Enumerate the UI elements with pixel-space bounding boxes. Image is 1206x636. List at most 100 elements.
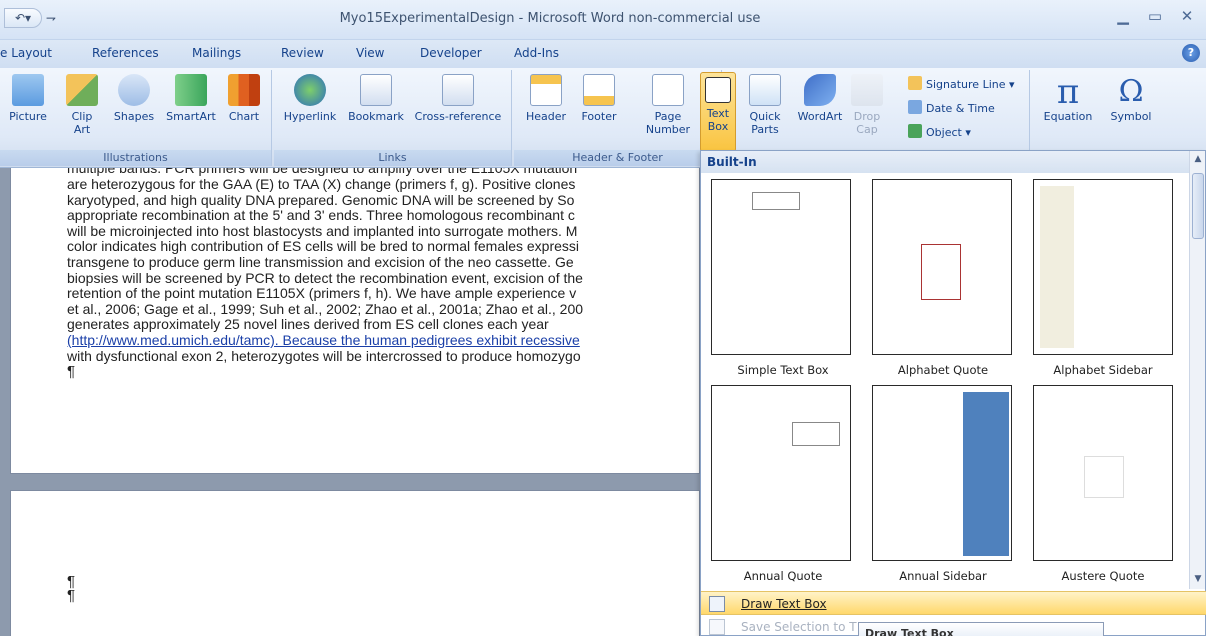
tab-view[interactable]: View: [356, 46, 384, 60]
picture-icon: [12, 74, 44, 106]
doc-line: appropriate recombination at the 5' and …: [67, 208, 575, 224]
scroll-up-icon[interactable]: ▲: [1190, 151, 1206, 167]
bookmark-icon: [360, 74, 392, 106]
doc-line: biopsies will be screened by PCR to dete…: [67, 270, 583, 286]
group-illustrations: Picture Clip Art Shapes SmartArt Chart I…: [0, 70, 272, 166]
tooltip: Draw Text Box: [858, 622, 1104, 636]
document-page-2[interactable]: ¶ ¶: [10, 490, 700, 636]
tab-add-ins[interactable]: Add-Ins: [514, 46, 559, 60]
doc-line: are heterozygous for the GAA (E) to TAA …: [67, 177, 576, 192]
quick-access-toolbar: ↶▾ ⇁: [0, 8, 60, 30]
document-page[interactable]: multiple bands. PCR primers will be desi…: [10, 168, 700, 474]
drop-cap-button[interactable]: Drop Cap: [850, 74, 884, 136]
text-box-button[interactable]: Text Box: [700, 72, 736, 152]
gallery-label: Annual Quote: [743, 569, 823, 583]
gallery-label: Alphabet Quote: [897, 363, 989, 377]
drop-cap-icon: [851, 74, 883, 106]
clip-art-button[interactable]: Clip Art: [64, 74, 100, 136]
tab-mailings[interactable]: Mailings: [192, 46, 241, 60]
date-time-button[interactable]: Date & Time: [908, 100, 995, 118]
gallery-scrollbar[interactable]: ▲ ▼: [1189, 151, 1205, 589]
window-controls: ▁ ▭ ✕: [1112, 6, 1198, 28]
group-label-illustrations: Illustrations: [0, 150, 271, 166]
title-bar: ↶▾ ⇁ Myo15ExperimentalDesign - Microsoft…: [0, 0, 1206, 40]
text-box-gallery: Built-In Simple Text Box Alphabet Quote …: [700, 150, 1206, 636]
wordart-icon: [804, 74, 836, 106]
draw-text-box-icon: [709, 596, 725, 612]
thumb-preview: [752, 192, 800, 210]
calendar-icon: [908, 100, 922, 114]
equation-button[interactable]: π Equation: [1038, 74, 1098, 123]
ribbon-tabs: e Layout References Mailings Review View…: [0, 40, 1206, 68]
scroll-down-icon[interactable]: ▼: [1190, 571, 1206, 587]
thumb-preview: [1084, 456, 1124, 498]
maximize-button[interactable]: ▭: [1144, 6, 1166, 26]
quick-parts-button[interactable]: Quick Parts: [744, 74, 786, 136]
gallery-item-alphabet-sidebar[interactable]: [1033, 179, 1173, 355]
close-button[interactable]: ✕: [1176, 6, 1198, 26]
gallery-item-simple-text-box[interactable]: [711, 179, 851, 355]
minimize-button[interactable]: ▁: [1112, 6, 1134, 26]
scroll-thumb[interactable]: [1192, 173, 1204, 239]
cross-reference-icon: [442, 74, 474, 106]
quick-parts-icon: [749, 74, 781, 106]
paragraph-mark: ¶: [67, 363, 76, 380]
object-icon: [908, 124, 922, 138]
tab-developer[interactable]: Developer: [420, 46, 482, 60]
omega-icon: Ω: [1118, 74, 1144, 109]
chart-button[interactable]: Chart: [224, 74, 264, 123]
shapes-icon: [118, 74, 150, 106]
document-body[interactable]: multiple bands. PCR primers will be desi…: [67, 168, 707, 380]
bookmark-button[interactable]: Bookmark: [346, 74, 406, 123]
help-icon[interactable]: ?: [1182, 44, 1200, 62]
clip-art-icon: [66, 74, 98, 106]
save-selection-icon: [709, 619, 725, 635]
doc-line: color indicates high contribution of ES …: [67, 239, 580, 255]
globe-icon: [294, 74, 326, 106]
doc-line: with dysfunctional exon 2, heterozygotes…: [67, 348, 581, 364]
gallery-item-alphabet-quote[interactable]: [872, 179, 1012, 355]
wordart-button[interactable]: WordArt: [794, 74, 846, 123]
symbol-button[interactable]: Ω Symbol: [1106, 74, 1156, 123]
smartart-button[interactable]: SmartArt: [162, 74, 220, 123]
page-number-icon: [652, 74, 684, 106]
thumb-preview: [792, 422, 840, 446]
footer-button[interactable]: Footer: [576, 74, 622, 123]
window-title: Myo15ExperimentalDesign - Microsoft Word…: [339, 11, 761, 26]
tab-page-layout[interactable]: e Layout: [0, 46, 52, 60]
page-number-button[interactable]: Page Number: [634, 74, 702, 136]
customize-qat-button[interactable]: ⇁: [46, 11, 56, 25]
gallery-item-annual-quote[interactable]: [711, 385, 851, 561]
object-button[interactable]: Object ▾: [908, 124, 971, 142]
cross-reference-button[interactable]: Cross-reference: [408, 74, 508, 123]
chart-icon: [228, 74, 260, 106]
undo-button[interactable]: ↶▾: [4, 8, 42, 28]
header-button[interactable]: Header: [522, 74, 570, 123]
group-label-header-footer: Header & Footer: [514, 150, 721, 166]
group-header-footer: Header Footer Page Number Header & Foote…: [514, 70, 722, 166]
group-links: Hyperlink Bookmark Cross-reference Links: [274, 70, 512, 166]
smartart-icon: [175, 74, 207, 106]
pi-icon: π: [1056, 72, 1080, 112]
paragraph-mark: ¶: [67, 587, 76, 604]
hyperlink-button[interactable]: Hyperlink: [278, 74, 342, 123]
draw-text-box-menu-item[interactable]: Draw Text Box: [701, 591, 1206, 615]
doc-line: will be microinjected into host blastocy…: [67, 223, 578, 239]
picture-button[interactable]: Picture: [8, 74, 48, 123]
tab-references[interactable]: References: [92, 46, 159, 60]
gallery-item-austere-quote[interactable]: [1033, 385, 1173, 561]
gallery-item-annual-sidebar[interactable]: [872, 385, 1012, 561]
signature-line-button[interactable]: Signature Line ▾: [908, 76, 1015, 94]
thumb-preview: [921, 244, 961, 300]
header-icon: [530, 74, 562, 106]
tab-review[interactable]: Review: [281, 46, 324, 60]
gallery-header: Built-In: [701, 151, 1191, 173]
shapes-button[interactable]: Shapes: [112, 74, 156, 123]
group-label-links: Links: [274, 150, 511, 166]
signature-line-icon: [908, 76, 922, 90]
thumb-preview: [963, 392, 1009, 556]
footer-icon: [583, 74, 615, 106]
doc-line: transgene to produce germ line transmiss…: [67, 254, 574, 270]
gallery-label: Austere Quote: [1061, 569, 1145, 583]
doc-line: generates approximately 25 novel lines d…: [67, 317, 549, 333]
